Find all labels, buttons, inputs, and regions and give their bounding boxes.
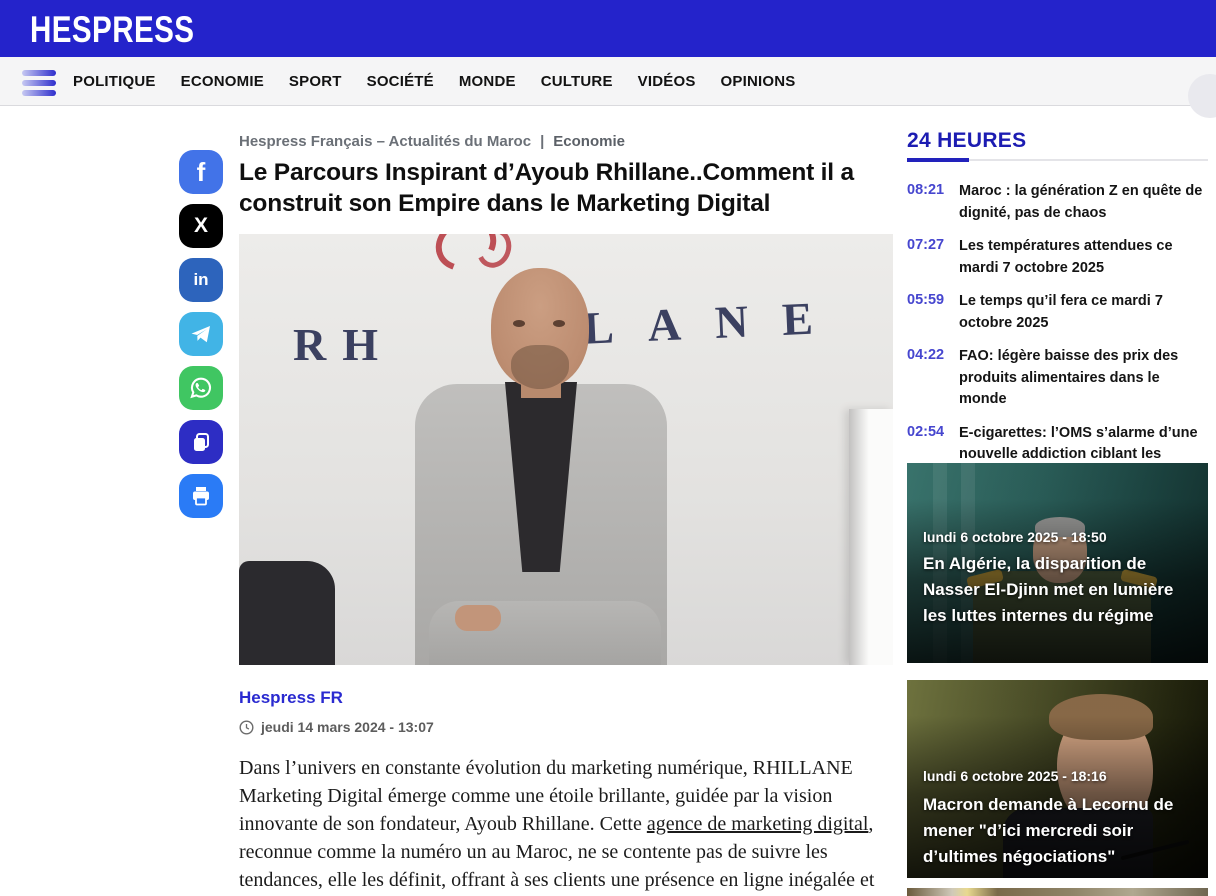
photo-person-head xyxy=(491,268,589,388)
nav-list: POLITIQUE ECONOMIE SPORT SOCIÉTÉ MONDE C… xyxy=(73,57,796,105)
photo-person-hand xyxy=(455,605,501,631)
item-title[interactable]: Le temps qu’il fera ce mardi 7 octobre 2… xyxy=(959,291,1208,334)
top-bar: HESPRESS xyxy=(0,0,1216,57)
nav-item-videos[interactable]: VIDÉOS xyxy=(638,73,696,90)
nav-item-opinions[interactable]: OPINIONS xyxy=(721,73,796,90)
breadcrumb-section[interactable]: Economie xyxy=(553,133,625,150)
sidebar-card-algerie[interactable]: lundi 6 octobre 2025 - 18:50 En Algérie,… xyxy=(907,463,1208,663)
copy-link-icon xyxy=(189,430,213,454)
x-share-button[interactable]: X xyxy=(179,204,223,248)
photo-chair xyxy=(239,561,335,665)
nav-item-sport[interactable]: SPORT xyxy=(289,73,342,90)
nav-item-culture[interactable]: CULTURE xyxy=(541,73,613,90)
item-title[interactable]: Maroc : la génération Z en quête de dign… xyxy=(959,181,1208,224)
item-time: 04:22 xyxy=(907,346,948,411)
menu-icon[interactable] xyxy=(22,70,56,100)
telegram-icon xyxy=(189,322,213,346)
search-button[interactable] xyxy=(1188,74,1216,118)
hespress-logo[interactable]: HESPRESS xyxy=(30,9,194,51)
article-image: RH LANE xyxy=(239,234,893,665)
item-title[interactable]: Les températures attendues ce mardi 7 oc… xyxy=(959,236,1208,279)
share-column: f X in xyxy=(179,150,223,518)
linkedin-share-button[interactable]: in xyxy=(179,258,223,302)
photo-monitor xyxy=(849,409,893,665)
sidebar-heading-rule xyxy=(907,159,1208,161)
agency-link[interactable]: agence de marketing digital xyxy=(647,813,869,835)
card-date: lundi 6 octobre 2025 - 18:50 xyxy=(923,529,1107,545)
item-time: 07:27 xyxy=(907,236,948,279)
whatsapp-share-button[interactable] xyxy=(179,366,223,410)
article-title: Le Parcours Inspirant d’Ayoub Rhillane..… xyxy=(239,157,893,219)
telegram-share-button[interactable] xyxy=(179,312,223,356)
photo-wall-text-right: LANE xyxy=(582,290,848,354)
hespress-page: HESPRESS POLITIQUE ECONOMIE SPORT SOCIÉT… xyxy=(0,0,1216,896)
article: Hespress Français – Actualités du Maroc |… xyxy=(239,133,893,896)
item-time: 05:59 xyxy=(907,291,948,334)
photo-wall-text-left: RH xyxy=(293,318,394,371)
whatsapp-icon xyxy=(188,375,214,401)
card-date: lundi 6 octobre 2025 - 18:16 xyxy=(923,768,1107,784)
facebook-icon: f xyxy=(197,157,206,188)
sidebar-card-next[interactable] xyxy=(907,888,1208,896)
publish-date: jeudi 14 mars 2024 - 13:07 xyxy=(261,719,434,735)
linkedin-icon: in xyxy=(193,270,208,290)
sidebar-card-macron[interactable]: lundi 6 octobre 2025 - 18:16 Macron dema… xyxy=(907,680,1208,878)
clock-icon xyxy=(239,720,254,735)
card-title[interactable]: En Algérie, la disparition de Nasser El-… xyxy=(923,551,1194,629)
breadcrumb: Hespress Français – Actualités du Maroc |… xyxy=(239,133,893,150)
article-dateline: jeudi 14 mars 2024 - 13:07 xyxy=(239,719,893,735)
facebook-share-button[interactable]: f xyxy=(179,150,223,194)
list-item[interactable]: 05:59 Le temps qu’il fera ce mardi 7 oct… xyxy=(907,291,1208,334)
nav-item-monde[interactable]: MONDE xyxy=(459,73,516,90)
article-body: Dans l’univers en constante évolution du… xyxy=(239,754,893,896)
breadcrumb-site[interactable]: Hespress Français – Actualités du Maroc xyxy=(239,133,531,150)
nav-item-politique[interactable]: POLITIQUE xyxy=(73,73,156,90)
nav-item-economie[interactable]: ECONOMIE xyxy=(181,73,264,90)
item-time: 08:21 xyxy=(907,181,948,224)
list-item[interactable]: 04:22 FAO: légère baisse des prix des pr… xyxy=(907,346,1208,411)
print-icon xyxy=(189,484,213,508)
nav-item-societe[interactable]: SOCIÉTÉ xyxy=(367,73,434,90)
list-item[interactable]: 07:27 Les températures attendues ce mard… xyxy=(907,236,1208,279)
list-item[interactable]: 08:21 Maroc : la génération Z en quête d… xyxy=(907,181,1208,224)
x-twitter-icon: X xyxy=(194,214,208,238)
sidebar-heading-24-heures: 24 HEURES xyxy=(907,129,1026,153)
item-title[interactable]: FAO: légère baisse des prix des produits… xyxy=(959,346,1208,411)
breadcrumb-separator: | xyxy=(540,133,544,150)
copy-link-button[interactable] xyxy=(179,420,223,464)
card-title[interactable]: Macron demande à Lecornu de mener "d’ici… xyxy=(923,792,1194,870)
main-nav: POLITIQUE ECONOMIE SPORT SOCIÉTÉ MONDE C… xyxy=(0,57,1216,106)
print-button[interactable] xyxy=(179,474,223,518)
author-link[interactable]: Hespress FR xyxy=(239,688,893,708)
